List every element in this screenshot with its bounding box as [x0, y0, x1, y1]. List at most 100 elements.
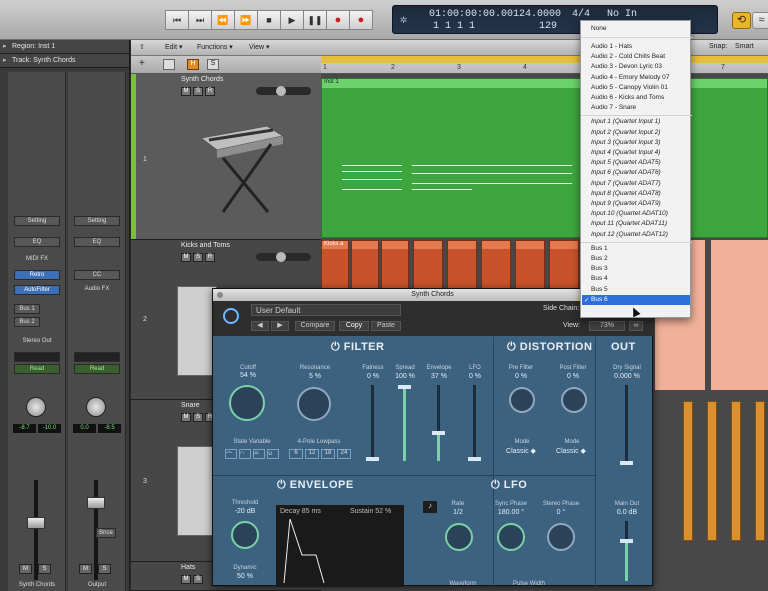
- edit-menu[interactable]: Edit ▾: [165, 43, 183, 51]
- solo-button[interactable]: S: [193, 253, 203, 262]
- global-tracks-icon[interactable]: [163, 59, 175, 70]
- track-name[interactable]: Kicks and Toms: [181, 242, 230, 249]
- instrument-slot[interactable]: CC: [74, 270, 120, 280]
- cycle-range[interactable]: [321, 56, 768, 63]
- up-arrow-icon[interactable]: ⇧: [139, 43, 145, 51]
- filter-type-lowpass[interactable]: ⌒: [225, 449, 237, 459]
- menu-item-input[interactable]: Input 6 (Quartet ADAT6): [591, 169, 661, 176]
- menu-item-input[interactable]: Input 4 (Quartet Input 4): [591, 149, 660, 156]
- menu-item-input[interactable]: Input 9 (Quartet ADAT9): [591, 200, 661, 207]
- rate-knob[interactable]: [445, 523, 473, 551]
- go-to-start-button[interactable]: ⏮: [165, 10, 189, 30]
- menu-item-input[interactable]: Input 5 (Quartet ADAT5): [591, 159, 661, 166]
- capture-record-button[interactable]: ●: [349, 10, 373, 30]
- pole-6[interactable]: 6: [289, 449, 303, 459]
- tuner-icon[interactable]: ≈: [752, 12, 768, 29]
- bounce-button[interactable]: Bnce: [96, 528, 116, 538]
- menu-item-bus[interactable]: Bus 5: [591, 286, 608, 293]
- pause-button[interactable]: ❚❚: [303, 10, 327, 30]
- automation-read[interactable]: Read: [74, 364, 120, 374]
- preset-menu[interactable]: User Default: [251, 304, 401, 316]
- mute-button[interactable]: M: [79, 564, 92, 574]
- filter-type-highpass[interactable]: ⌓: [253, 449, 265, 459]
- link-icon[interactable]: ∞: [629, 321, 643, 331]
- eq-slot[interactable]: EQ: [14, 237, 60, 247]
- paste-button[interactable]: Paste: [371, 321, 401, 331]
- menu-item-audio[interactable]: Audio 1 - Hats: [591, 43, 632, 50]
- pan-knob[interactable]: [86, 397, 106, 417]
- sync-phase-knob[interactable]: [497, 523, 525, 551]
- threshold-knob[interactable]: [231, 521, 259, 549]
- compare-button[interactable]: Compare: [295, 321, 335, 331]
- envelope-amount-slider[interactable]: [432, 385, 445, 461]
- view-menu[interactable]: View ▾: [249, 43, 270, 51]
- resonance-knob[interactable]: [297, 387, 331, 421]
- fatness-slider[interactable]: [366, 385, 379, 461]
- volume-fader[interactable]: [27, 517, 45, 529]
- automation-read[interactable]: Read: [14, 364, 60, 374]
- solo-button[interactable]: S: [38, 564, 51, 574]
- gear-icon[interactable]: ✲: [400, 12, 407, 27]
- power-icon[interactable]: [223, 308, 239, 324]
- setting-button[interactable]: Setting: [14, 216, 60, 226]
- menu-item-input[interactable]: Input 12 (Quartet ADAT12): [591, 231, 668, 238]
- solo-button[interactable]: S: [193, 413, 203, 422]
- functions-menu[interactable]: Functions ▾: [197, 43, 233, 51]
- menu-item-bus[interactable]: Bus 4: [591, 275, 608, 282]
- envelope-graph[interactable]: Decay 85 ms Sustain 52 %: [276, 505, 404, 587]
- menu-item-input[interactable]: Input 8 (Quartet ADAT8): [591, 190, 661, 197]
- record-enable-button[interactable]: R: [205, 87, 215, 96]
- cycle-icon[interactable]: ⟲: [732, 12, 751, 29]
- audio-region-selected[interactable]: [711, 240, 768, 390]
- close-icon[interactable]: [217, 292, 223, 298]
- stereo-phase-knob[interactable]: [547, 523, 575, 551]
- instrument-slot[interactable]: Retro: [14, 270, 60, 280]
- midi-region[interactable]: Inst 1: [321, 78, 591, 238]
- snare-region[interactable]: [755, 401, 765, 541]
- plugin-slot[interactable]: AutoFilter: [14, 285, 60, 295]
- rewind-button[interactable]: ⏪: [211, 10, 235, 30]
- mute-button[interactable]: M: [181, 87, 191, 96]
- dry-signal-slider[interactable]: [620, 385, 633, 465]
- mute-button[interactable]: M: [19, 564, 32, 574]
- menu-item-input[interactable]: Input 3 (Quartet Input 3): [591, 139, 660, 146]
- volume-fader[interactable]: [87, 497, 105, 509]
- view-zoom-dropdown[interactable]: 73%: [589, 321, 625, 331]
- solo-button[interactable]: S: [193, 87, 203, 96]
- menu-item-audio[interactable]: Audio 6 - Kicks and Toms: [591, 94, 664, 101]
- menu-item-audio[interactable]: Audio 3 - Devon Lyric 03: [591, 63, 662, 70]
- solo-button[interactable]: S: [98, 564, 111, 574]
- record-button[interactable]: ●: [326, 10, 350, 30]
- stop-button[interactable]: ■: [257, 10, 281, 30]
- menu-item-bus-selected[interactable]: Bus 6: [591, 296, 608, 303]
- snare-region[interactable]: [731, 401, 741, 541]
- track-row[interactable]: 1 Synth Chords MSR: [131, 74, 321, 240]
- post-mode-dropdown[interactable]: Classic ◆: [551, 447, 591, 455]
- snare-region[interactable]: [683, 401, 693, 541]
- menu-item-input[interactable]: Input 1 (Quartet Input 1): [591, 118, 660, 125]
- menu-item-bus[interactable]: Bus 3: [591, 265, 608, 272]
- menu-item-input[interactable]: Input 2 (Quartet Input 2): [591, 129, 660, 136]
- mute-button[interactable]: M: [181, 413, 191, 422]
- track-volume-slider[interactable]: [256, 86, 311, 96]
- filter-type-notch[interactable]: ∪: [267, 449, 279, 459]
- mute-button[interactable]: M: [181, 253, 191, 262]
- copy-button[interactable]: Copy: [339, 321, 369, 331]
- track-name[interactable]: Hats: [181, 564, 195, 571]
- mute-button[interactable]: M: [181, 575, 191, 584]
- track-header[interactable]: Track: Synth Chords: [0, 54, 129, 68]
- go-to-end-button[interactable]: ⏭: [188, 10, 212, 30]
- menu-item-audio[interactable]: Audio 7 - Snare: [591, 104, 636, 111]
- pan-knob[interactable]: [26, 397, 46, 417]
- menu-item-input[interactable]: Input 11 (Quartet ADAT11): [591, 220, 667, 227]
- main-out-slider[interactable]: [620, 521, 633, 581]
- track-volume-slider[interactable]: [256, 252, 311, 262]
- menu-item-input[interactable]: Input 10 (Quartet ADAT10): [591, 210, 668, 217]
- track-name[interactable]: Snare: [181, 402, 200, 409]
- cutoff-knob[interactable]: [229, 385, 265, 421]
- group-slot[interactable]: [74, 352, 120, 362]
- setting-button[interactable]: Setting: [74, 216, 120, 226]
- timeline-ruler[interactable]: 1 2 3 4 5 6 7: [321, 56, 768, 74]
- smart-dropdown[interactable]: Smart: [735, 43, 754, 50]
- add-track-icon[interactable]: +: [139, 58, 145, 69]
